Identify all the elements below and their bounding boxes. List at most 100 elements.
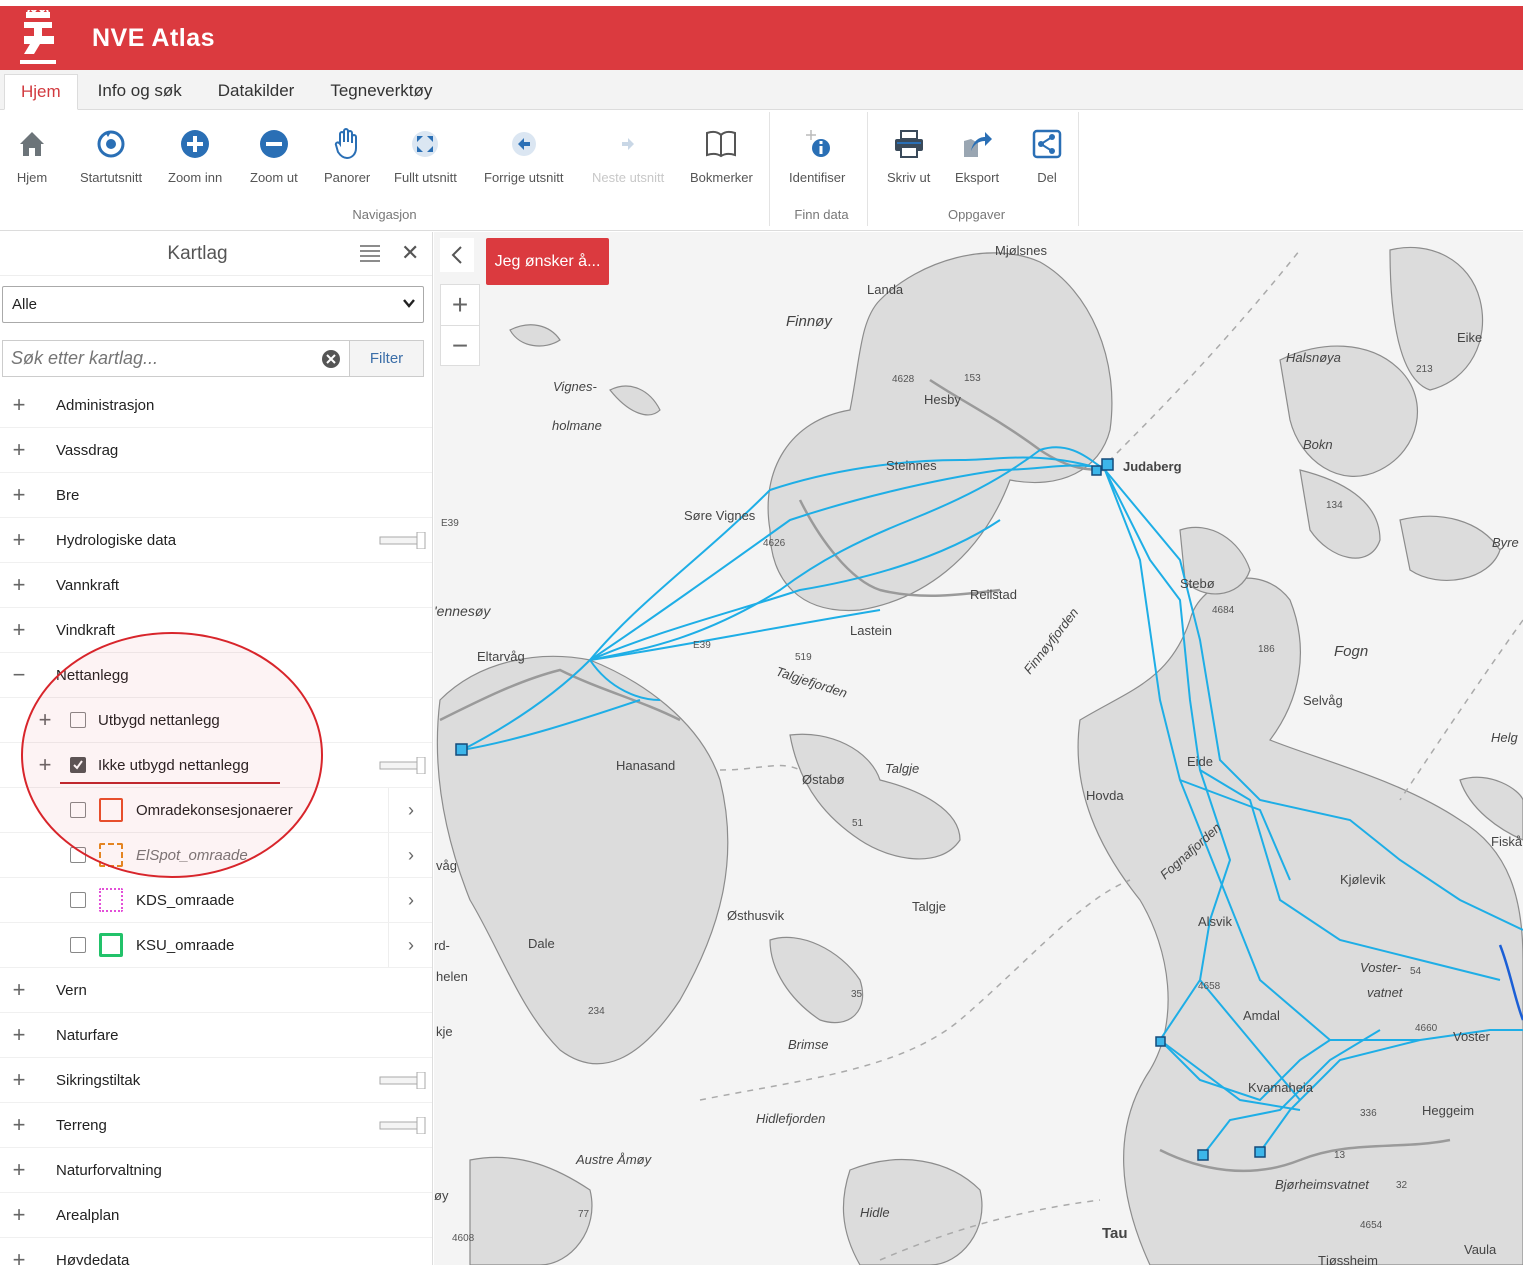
tab-info-og-sok[interactable]: Info og søk bbox=[82, 73, 198, 109]
layer-checkbox[interactable] bbox=[70, 802, 86, 818]
opacity-slider-icon[interactable] bbox=[379, 1117, 427, 1134]
expand-plus-icon[interactable]: + bbox=[10, 394, 28, 416]
chevron-right-icon[interactable]: › bbox=[388, 878, 432, 922]
neste-utsnitt-button[interactable]: Neste utsnitt bbox=[592, 126, 664, 200]
svg-text:Tau: Tau bbox=[1102, 1225, 1128, 1242]
navigasjon-group-label: Navigasjon bbox=[352, 207, 417, 222]
svg-text:77: 77 bbox=[578, 1209, 590, 1220]
expand-plus-icon[interactable]: + bbox=[10, 1069, 28, 1091]
svg-text:Eltarvåg: Eltarvåg bbox=[477, 649, 525, 664]
map-view[interactable]: Mjølsnes Landa Finnøy Eike Halsnøya Vign… bbox=[434, 232, 1523, 1265]
expand-plus-icon[interactable]: + bbox=[10, 1024, 28, 1046]
expand-plus-icon[interactable]: + bbox=[10, 1204, 28, 1226]
chevron-right-icon[interactable]: › bbox=[388, 788, 432, 832]
hand-icon bbox=[329, 126, 365, 162]
layer-checkbox[interactable] bbox=[70, 712, 86, 728]
opacity-slider-icon[interactable] bbox=[379, 1072, 427, 1089]
svg-text:Finnøy: Finnøy bbox=[786, 313, 833, 330]
layer-checkbox-checked[interactable] bbox=[70, 757, 86, 773]
chevron-right-icon[interactable]: › bbox=[388, 923, 432, 967]
del-button[interactable]: Del bbox=[1029, 126, 1065, 200]
layer-group-vern[interactable]: + Vern bbox=[0, 968, 432, 1013]
layer-group-bre[interactable]: + Bre bbox=[0, 473, 432, 518]
expand-plus-icon[interactable]: + bbox=[10, 484, 28, 506]
collapse-minus-icon[interactable]: − bbox=[10, 664, 28, 686]
layer-group-naturforvaltning[interactable]: + Naturforvaltning bbox=[0, 1148, 432, 1193]
layer-omradekonsesjonaerer[interactable]: Omradekonsesjonaerer › bbox=[0, 788, 432, 833]
collapse-panel-button[interactable] bbox=[440, 238, 474, 272]
close-icon[interactable]: ✕ bbox=[401, 240, 419, 266]
zoom-inn-button[interactable]: Zoom inn bbox=[168, 126, 222, 200]
svg-text:4654: 4654 bbox=[1360, 1220, 1383, 1231]
layer-elspot-omraade[interactable]: ElSpot_omraade › bbox=[0, 833, 432, 878]
fullt-utsnitt-button[interactable]: Fullt utsnitt bbox=[394, 126, 457, 200]
layer-checkbox[interactable] bbox=[70, 937, 86, 953]
map-zoom-in-button[interactable]: + bbox=[441, 285, 479, 325]
expand-plus-icon[interactable]: + bbox=[10, 619, 28, 641]
expand-plus-icon[interactable]: + bbox=[36, 754, 54, 776]
svg-text:13: 13 bbox=[1334, 1150, 1346, 1161]
layer-utbygd-nettanlegg[interactable]: + Utbygd nettanlegg bbox=[0, 698, 432, 743]
chevron-right-icon[interactable]: › bbox=[388, 833, 432, 877]
zoom-ut-button[interactable]: Zoom ut bbox=[250, 126, 298, 200]
jeg-onsker-button[interactable]: Jeg ønsker å... bbox=[486, 238, 609, 285]
layer-search-input[interactable] bbox=[3, 341, 313, 376]
layer-group-naturfare[interactable]: + Naturfare bbox=[0, 1013, 432, 1058]
expand-plus-icon[interactable]: + bbox=[10, 529, 28, 551]
svg-text:vatnet: vatnet bbox=[1367, 985, 1404, 1000]
identifiser-button[interactable]: Identifiser bbox=[789, 126, 845, 200]
expand-plus-icon[interactable]: + bbox=[10, 1249, 28, 1265]
layer-kds-omraade[interactable]: KDS_omraade › bbox=[0, 878, 432, 923]
eksport-button[interactable]: Eksport bbox=[955, 126, 999, 200]
layer-ikke-utbygd-nettanlegg[interactable]: + Ikke utbygd nettanlegg bbox=[0, 743, 432, 788]
layer-group-administrasjon[interactable]: + Administrasjon bbox=[0, 383, 432, 428]
layer-group-hoydedata[interactable]: + Høydedata bbox=[0, 1238, 432, 1265]
layer-group-terreng[interactable]: + Terreng bbox=[0, 1103, 432, 1148]
finn-data-group: Identifiser Finn data bbox=[776, 112, 868, 226]
home-button[interactable]: Hjem bbox=[14, 126, 50, 200]
expand-plus-icon[interactable]: + bbox=[10, 979, 28, 1001]
kartlag-panel: Kartlag ✕ Alle Filter + Administrasjon +… bbox=[0, 232, 433, 1265]
svg-text:Lastein: Lastein bbox=[850, 623, 892, 638]
svg-text:Landa: Landa bbox=[867, 282, 904, 297]
svg-text:336: 336 bbox=[1360, 1108, 1377, 1119]
layer-group-nettanlegg[interactable]: − Nettanlegg bbox=[0, 653, 432, 698]
layer-group-vindkraft[interactable]: + Vindkraft bbox=[0, 608, 432, 653]
layer-group-vassdrag[interactable]: + Vassdrag bbox=[0, 428, 432, 473]
layer-search-box: Filter bbox=[2, 340, 424, 377]
home-icon bbox=[14, 126, 50, 162]
layer-filter-select[interactable]: Alle bbox=[2, 286, 424, 323]
expand-plus-icon[interactable]: + bbox=[36, 709, 54, 731]
bokmerker-button[interactable]: Bokmerker bbox=[690, 126, 753, 200]
tab-tegneverktoy[interactable]: Tegneverktøy bbox=[314, 73, 448, 109]
tab-datakilder[interactable]: Datakilder bbox=[202, 73, 311, 109]
svg-text:Kvamaheia: Kvamaheia bbox=[1248, 1080, 1314, 1095]
app-title: NVE Atlas bbox=[92, 23, 216, 52]
filter-button[interactable]: Filter bbox=[349, 341, 423, 376]
zoom-out-icon bbox=[256, 126, 292, 162]
opacity-slider-icon[interactable] bbox=[379, 532, 427, 549]
nve-logo-icon[interactable] bbox=[8, 8, 68, 68]
clear-search-icon[interactable] bbox=[313, 341, 349, 376]
menu-icon[interactable] bbox=[358, 244, 382, 264]
layer-group-arealplan[interactable]: + Arealplan bbox=[0, 1193, 432, 1238]
expand-plus-icon[interactable]: + bbox=[10, 1159, 28, 1181]
forrige-utsnitt-button[interactable]: Forrige utsnitt bbox=[484, 126, 563, 200]
panorer-button[interactable]: Panorer bbox=[324, 126, 370, 200]
svg-text:51: 51 bbox=[852, 818, 864, 829]
layer-group-sikringstiltak[interactable]: + Sikringstiltak bbox=[0, 1058, 432, 1103]
opacity-slider-icon[interactable] bbox=[379, 757, 427, 774]
layer-group-vannkraft[interactable]: + Vannkraft bbox=[0, 563, 432, 608]
expand-plus-icon[interactable]: + bbox=[10, 574, 28, 596]
layer-checkbox[interactable] bbox=[70, 892, 86, 908]
expand-plus-icon[interactable]: + bbox=[10, 439, 28, 461]
layer-checkbox[interactable] bbox=[70, 847, 86, 863]
skriv-ut-button[interactable]: Skriv ut bbox=[887, 126, 930, 200]
svg-text:Kjølevik: Kjølevik bbox=[1340, 872, 1386, 887]
layer-ksu-omraade[interactable]: KSU_omraade › bbox=[0, 923, 432, 968]
map-zoom-out-button[interactable]: − bbox=[441, 325, 479, 365]
tab-hjem[interactable]: Hjem bbox=[4, 74, 78, 110]
startutsnitt-button[interactable]: Startutsnitt bbox=[80, 126, 142, 200]
layer-group-hydrologiske-data[interactable]: + Hydrologiske data bbox=[0, 518, 432, 563]
expand-plus-icon[interactable]: + bbox=[10, 1114, 28, 1136]
